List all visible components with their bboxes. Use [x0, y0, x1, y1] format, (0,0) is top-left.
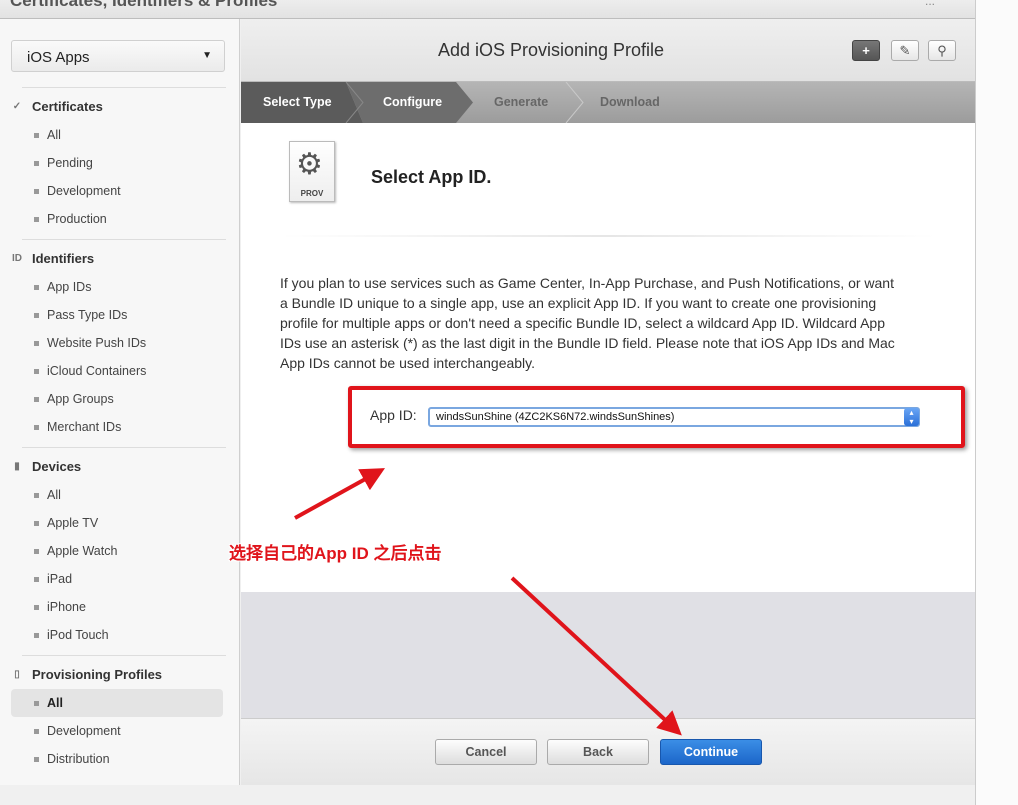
continue-button[interactable]: Continue: [660, 739, 762, 765]
sidebar-item[interactable]: Apple Watch: [11, 537, 223, 565]
divider: [22, 655, 226, 656]
platform-select[interactable]: iOS Apps ▼: [11, 40, 225, 72]
sidebar-item[interactable]: All: [11, 121, 223, 149]
step-select-type: Select Type: [263, 95, 332, 109]
select-stepper-icon: ▴ ▾: [904, 408, 919, 426]
sidebar-section-header[interactable]: ▮ Devices: [0, 453, 240, 481]
cancel-button[interactable]: Cancel: [435, 739, 537, 765]
account-menu[interactable]: ...: [925, 0, 935, 8]
content-spacer: [241, 592, 975, 718]
chevron-down-icon: ▼: [202, 50, 212, 61]
divider: [22, 239, 226, 240]
document-icon: ▯: [14, 669, 20, 680]
app-id-select[interactable]: windsSunShine (4ZC2KS6N72.windsSunShines…: [428, 407, 920, 427]
id-icon: ID: [12, 253, 22, 264]
description-text: If you plan to use services such as Game…: [280, 275, 895, 371]
app-title-bar: Certificates, Identifiers & Profiles ...: [0, 0, 975, 19]
search-icon[interactable]: ⚲: [928, 40, 956, 61]
sidebar-item[interactable]: All: [11, 689, 223, 717]
section-heading: Select App ID.: [371, 167, 492, 187]
sidebar-item[interactable]: All: [11, 481, 223, 509]
footer-bar: Cancel Back Continue: [241, 718, 975, 785]
section-title: Devices: [32, 459, 82, 474]
page-title: Add iOS Provisioning Profile: [437, 40, 665, 60]
sidebar-item[interactable]: iPod Touch: [11, 621, 223, 649]
sidebar-item[interactable]: iPad: [11, 565, 223, 593]
sidebar-item[interactable]: App Groups: [11, 385, 223, 413]
annotation-text: 选择自己的App ID 之后点击: [229, 544, 442, 563]
prov-file-icon: ⚙ PROV: [289, 141, 335, 202]
device-icon: ▮: [14, 461, 20, 472]
divider: [22, 447, 226, 448]
sidebar-item[interactable]: Distribution: [11, 745, 223, 773]
sidebar-item[interactable]: Pending: [11, 149, 223, 177]
step-configure: Configure: [383, 95, 443, 109]
sidebar-section-certificates: ✓ Certificates All Pending Development Produc…: [0, 87, 240, 233]
sidebar-item[interactable]: Production: [11, 205, 223, 233]
sidebar-section-header[interactable]: ▯ Provisioning Profiles: [0, 661, 240, 689]
sidebar-section-header[interactable]: ✓ Certificates: [0, 93, 240, 121]
edit-icon[interactable]: ✎: [891, 40, 919, 61]
sidebar: iOS Apps ▼ ✓ Certificates All Pending Develop…: [0, 19, 240, 785]
panel-header: Add iOS Provisioning Profile + ✎ ⚲: [241, 19, 975, 82]
content-area: ⚙ PROV Select App ID. If you plan to use …: [229, 123, 975, 592]
sidebar-section-header[interactable]: ID Identifiers: [0, 245, 240, 273]
sidebar-item[interactable]: Apple TV: [11, 509, 223, 537]
app-title: Certificates, Identifiers & Profiles: [10, 0, 278, 10]
sidebar-section-provisioning-profiles: ▯ Provisioning Profiles All Development Dist…: [0, 655, 240, 773]
sidebar-item[interactable]: Website Push IDs: [11, 329, 223, 357]
section-title: Certificates: [32, 99, 103, 114]
sidebar-item[interactable]: iCloud Containers: [11, 357, 223, 385]
divider: [22, 87, 226, 88]
sidebar-item[interactable]: Pass Type IDs: [11, 301, 223, 329]
certificate-icon: ✓: [12, 101, 22, 112]
back-button[interactable]: Back: [547, 739, 649, 765]
step-generate: Generate: [494, 95, 549, 109]
step-download: Download: [600, 95, 660, 109]
divider: [281, 235, 936, 237]
sidebar-item[interactable]: iPhone: [11, 593, 223, 621]
sidebar-section-identifiers: ID Identifiers App IDs Pass Type IDs Website…: [0, 239, 240, 441]
sidebar-item[interactable]: Development: [11, 717, 223, 745]
section-title: Provisioning Profiles: [32, 667, 163, 682]
window-edge: [975, 0, 1018, 805]
sidebar-item[interactable]: App IDs: [11, 273, 223, 301]
step-progress: Select Type Configure Generate Download: [241, 82, 975, 123]
app-id-label: App ID:: [370, 407, 417, 423]
section-title: Identifiers: [32, 251, 95, 266]
sidebar-item[interactable]: Development: [11, 177, 223, 205]
sidebar-section-devices: ▮ Devices All Apple TV Apple Watch iPad iPhone…: [0, 447, 240, 649]
main-panel: Add iOS Provisioning Profile + ✎ ⚲ Selec…: [229, 19, 975, 785]
app-id-select-value: windsSunShine (4ZC2KS6N72.windsSunShines…: [436, 411, 675, 423]
sidebar-item[interactable]: Merchant IDs: [11, 413, 223, 441]
platform-select-value: iOS Apps: [27, 49, 90, 66]
plus-icon[interactable]: +: [852, 40, 880, 61]
